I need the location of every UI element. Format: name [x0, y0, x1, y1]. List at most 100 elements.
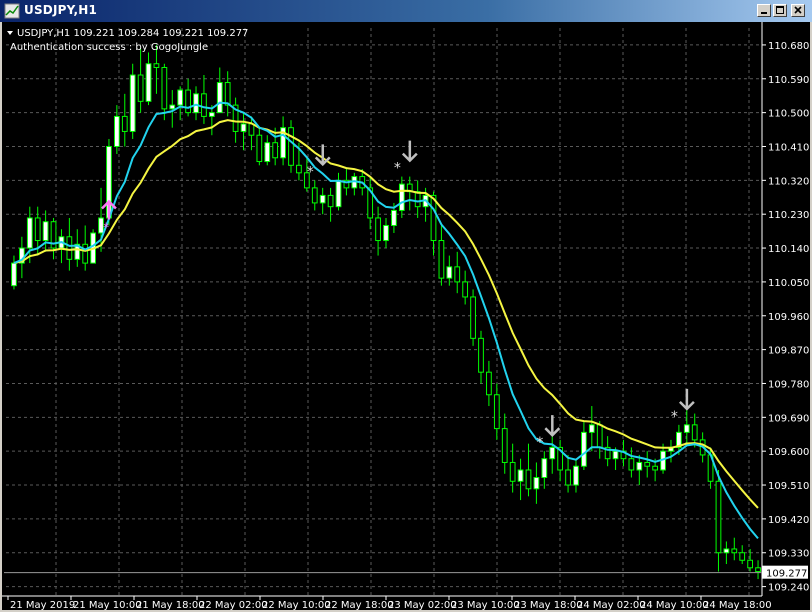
candle-body [462, 281, 469, 298]
svg-text:*: * [536, 435, 543, 451]
candle-body [153, 63, 160, 68]
candle-body [509, 461, 516, 482]
sell-arrow-icon: * [394, 140, 418, 177]
maximize-button[interactable] [773, 4, 787, 17]
candle-body [391, 209, 397, 226]
candlestick-chart[interactable]: * * * * * 110.680 110.590 110.500 110.410 110.32… [2, 22, 810, 610]
candle-body [42, 221, 49, 242]
sell-arrow-icon: * [536, 415, 561, 451]
time-tick-label: 24 May 10:00 [640, 600, 709, 610]
price-tick-label: 110.050 [768, 278, 809, 289]
price-tick-label: 109.600 [768, 447, 809, 458]
candle-body [177, 89, 184, 106]
candle-body [335, 179, 342, 208]
candle-body [454, 266, 461, 283]
current-price-marker: 109.277 [4, 565, 808, 580]
price-tick-label: 109.780 [768, 379, 809, 390]
candle-body [517, 469, 524, 482]
candle-body [137, 74, 144, 102]
candle-body [375, 217, 381, 242]
price-tick-label: 109.960 [768, 312, 809, 323]
price-tick-label: 109.870 [768, 346, 809, 357]
candle-body [272, 142, 279, 159]
signals-layer: * * * * * [101, 140, 695, 451]
window-title: USDJPY,H1 [24, 3, 98, 17]
candles-layer [11, 44, 761, 580]
candle-body [34, 217, 41, 242]
time-tick-label: 22 May 18:00 [325, 600, 394, 610]
candle-body [185, 89, 191, 114]
price-tick-label: 110.410 [768, 142, 809, 153]
price-tick-label: 109.240 [768, 583, 809, 594]
svg-text:*: * [671, 409, 678, 425]
candle-body [581, 431, 587, 467]
candle-body [470, 296, 476, 339]
candle-body [573, 465, 579, 486]
candle-body [541, 458, 548, 479]
candle-body [216, 82, 223, 114]
price-tick-label: 110.590 [768, 75, 809, 86]
candle-body [628, 458, 635, 471]
time-tick-label: 21 May 18:00 [136, 600, 205, 610]
candle-body [248, 123, 255, 136]
candle-body [311, 187, 318, 204]
price-tick-label: 109.510 [768, 481, 809, 492]
price-tick-label: 110.680 [768, 41, 809, 52]
candle-body [565, 469, 571, 486]
svg-text:*: * [103, 220, 109, 234]
price-tick-label: 110.140 [768, 244, 809, 255]
sell-arrow-icon: * [671, 388, 695, 425]
chart-app-icon [4, 3, 20, 19]
triangle-down-icon[interactable] [7, 31, 13, 35]
candle-body [224, 82, 231, 106]
candle-body [430, 194, 437, 242]
time-tick-label: 24 May 18:00 [703, 600, 772, 610]
candle-body [256, 134, 263, 163]
time-axis: 21 May 201921 May 10:0021 May 18:0022 Ma… [2, 595, 772, 610]
candle-body [264, 142, 271, 163]
candle-body [596, 424, 603, 448]
candle-body [683, 424, 690, 433]
minimize-icon [761, 12, 767, 14]
candle-body [612, 450, 619, 460]
price-tick-label: 109.330 [768, 549, 809, 560]
candle-body [327, 194, 334, 208]
svg-text:*: * [307, 164, 314, 180]
chart-grid [6, 28, 762, 596]
price-axis: 110.680 110.590 110.500 110.410 110.320 110.2… [761, 22, 809, 596]
buy-arrow-icon: * [101, 199, 117, 234]
candle-body [383, 224, 389, 242]
title-bar[interactable]: USDJPY,H1 [0, 0, 812, 22]
candle-body [755, 567, 761, 573]
candle-body [478, 337, 484, 373]
current-price-label: 109.277 [766, 569, 807, 580]
candle-body [549, 446, 556, 460]
close-button[interactable] [791, 4, 805, 17]
chart-window: USDJPY,H1 * * * * * 110.680 110.590 110.500 110… [0, 0, 812, 612]
candle-body [446, 266, 453, 279]
candle-body [161, 66, 168, 110]
chart-header: USDJPY,H1 109.221 109.284 109.221 109.27… [7, 28, 248, 53]
candle-body [319, 194, 326, 204]
candle-body [501, 428, 508, 463]
candle-body [121, 115, 128, 132]
time-tick-label: 23 May 18:00 [514, 600, 583, 610]
candle-body [747, 559, 754, 569]
candle-body [525, 469, 532, 490]
candle-body [288, 127, 294, 166]
time-tick-label: 23 May 02:00 [388, 600, 457, 610]
symbol-line: USDJPY,H1 109.221 109.284 109.221 109.27… [17, 28, 248, 39]
price-tick-label: 109.690 [768, 413, 809, 424]
ma-fast-line [13, 101, 759, 540]
chart-area[interactable]: * * * * * 110.680 110.590 110.500 110.410 110.32… [2, 22, 810, 610]
candle-body [296, 164, 302, 174]
minimize-button[interactable] [757, 4, 771, 17]
time-tick-label: 22 May 10:00 [262, 600, 331, 610]
candle-body [486, 371, 492, 396]
candle-body [438, 240, 445, 279]
candle-body [739, 552, 746, 561]
candle-body [26, 217, 33, 249]
candle-body [11, 262, 17, 287]
candle-body [533, 477, 540, 490]
price-tick-label: 110.230 [768, 210, 809, 221]
